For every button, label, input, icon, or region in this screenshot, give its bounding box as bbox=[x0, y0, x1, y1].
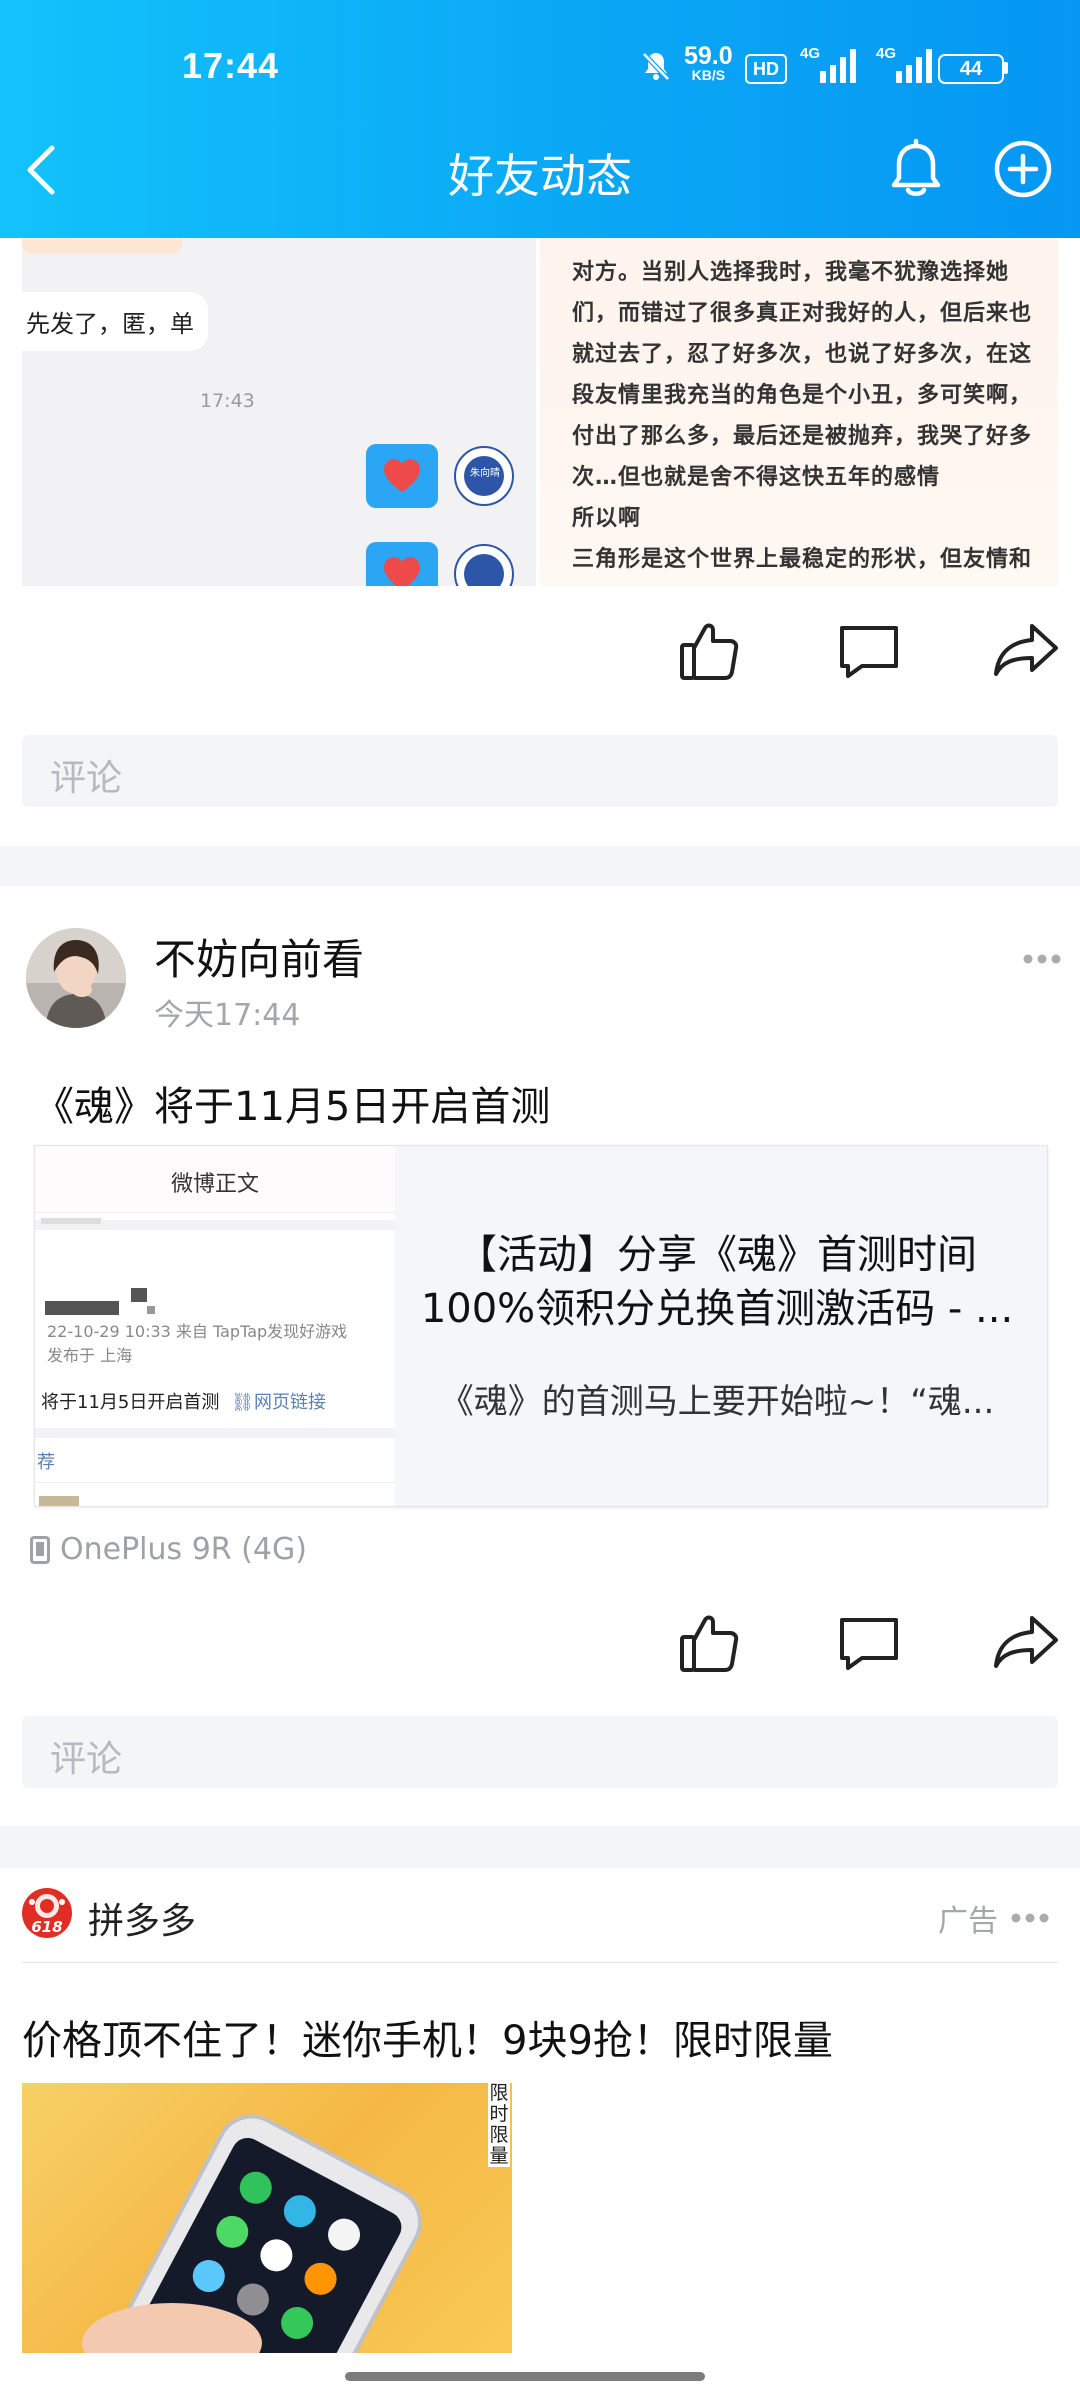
note-line: 所以啊 bbox=[572, 506, 642, 531]
link-title-line: 【活动】分享《魂》首测时间 bbox=[457, 1232, 977, 1278]
post-image-text-note[interactable]: 对方。当别人选择我时，我毫不犹豫选择她 们，而错过了很多真正对我好的人，但后来也… bbox=[540, 238, 1058, 586]
comment-icon[interactable] bbox=[836, 622, 902, 686]
comment-placeholder: 评论 bbox=[50, 1739, 123, 1780]
signal-sim1-label: 4G bbox=[800, 45, 821, 62]
thumb-blurred-name bbox=[45, 1301, 119, 1315]
thumb-body-text: 将于11月5日开启首测 bbox=[41, 1392, 220, 1413]
device-name: OnePlus 9R (4G) bbox=[60, 1532, 307, 1567]
thumb-header: 微博正文 bbox=[35, 1146, 395, 1213]
share-arrow-icon[interactable] bbox=[992, 1614, 1060, 1674]
ad-divider bbox=[22, 1962, 1058, 1963]
note-line: 次…但也就是舍不得这快五年的感情 bbox=[572, 465, 941, 490]
network-speed: 59.0 KB/S bbox=[684, 42, 733, 83]
ad-brand-name[interactable]: 拼多多 bbox=[88, 1892, 196, 1944]
chat-bubble-partial bbox=[22, 238, 182, 254]
battery-indicator: 44 bbox=[938, 54, 1004, 84]
link-title: 【活动】分享《魂》首测时间 100%领积分兑换首测激活码 - ... bbox=[397, 1228, 1037, 1336]
post-text: 《魂》将于11月5日开启首测 bbox=[34, 1084, 551, 1130]
hd-badge: HD bbox=[745, 54, 787, 84]
note-line: 付出了那么多，最后还是被抛弃，我哭了好多 bbox=[572, 424, 1033, 449]
chat-message-bubble: 先发了，匿，单 bbox=[22, 292, 208, 351]
logo-badge-text: 618 bbox=[31, 1918, 63, 1936]
note-line: 对方。当别人选择我时，我毫不犹豫选择她 bbox=[572, 260, 1010, 285]
note-line: 就过去了，忍了好多次，也说了好多次，在这 bbox=[572, 342, 1033, 367]
heart-icon bbox=[383, 556, 421, 586]
ad-product-image[interactable]: 限时限量 bbox=[22, 2083, 512, 2353]
chat-avatar-2 bbox=[454, 544, 514, 586]
add-circle-icon[interactable] bbox=[992, 138, 1054, 204]
note-line: 三角形是这个世界上最稳定的形状，但友情和 bbox=[572, 547, 1033, 572]
signal-sim2-label: 4G bbox=[876, 45, 897, 62]
thumb-body: 将于11月5日开启首测 ⛓网页链接 bbox=[41, 1388, 326, 1414]
thumb-header-text: 微博正文 bbox=[170, 1172, 259, 1197]
thumb-meta-line: 发布于 上海 bbox=[47, 1346, 133, 1365]
like-thumb-icon[interactable] bbox=[678, 1610, 744, 1680]
battery-tip bbox=[1004, 62, 1008, 74]
pinduoduo-logo[interactable]: 618 bbox=[22, 1888, 72, 1938]
shared-link-card[interactable]: 微博正文 22-10-29 10:33 来自 TapTap发现好游戏 发布于 上… bbox=[34, 1145, 1048, 1507]
more-options-icon[interactable] bbox=[1022, 950, 1062, 969]
heart-icon bbox=[383, 458, 421, 498]
link-summary: 《魂》的首测马上要开始啦~！“魂... bbox=[439, 1382, 995, 1422]
link-title-line: 100%领积分兑换首测激活码 - ... bbox=[420, 1286, 1014, 1332]
phone-icon bbox=[30, 1535, 50, 1564]
heart-message-1 bbox=[366, 444, 438, 508]
thumb-meta-line: 22-10-29 10:33 来自 TapTap发现好游戏 bbox=[47, 1322, 348, 1341]
chat-message-text: 先发了，匿，单 bbox=[26, 310, 194, 338]
app-header: 17:44 59.0 KB/S HD 4G 4G 44 好友动态 bbox=[0, 0, 1080, 238]
mute-bell-icon bbox=[638, 48, 674, 88]
ad-more-options-icon[interactable] bbox=[1010, 1909, 1050, 1928]
like-thumb-icon[interactable] bbox=[678, 618, 744, 688]
ad-headline[interactable]: 价格顶不住了！迷你手机！9块9抢！限时限量 bbox=[22, 2008, 833, 2066]
avatar[interactable] bbox=[26, 928, 126, 1028]
network-speed-value: 59.0 bbox=[684, 42, 733, 70]
post-author-name[interactable]: 不妨向前看 bbox=[154, 926, 364, 987]
chat-avatar-text: 朱向晴 bbox=[470, 468, 500, 479]
thumb-link-text: 网页链接 bbox=[253, 1392, 326, 1413]
network-speed-unit: KB/S bbox=[691, 67, 726, 83]
signal-sim1: 4G bbox=[800, 45, 856, 83]
home-indicator[interactable] bbox=[345, 2372, 705, 2381]
notification-bell-icon[interactable] bbox=[884, 138, 948, 206]
status-time: 17:44 bbox=[182, 45, 280, 86]
ad-image-vertical-text: 限时限量 bbox=[488, 2083, 510, 2167]
chat-avatar-1: 朱向晴 bbox=[454, 446, 514, 506]
comment-input-post-1[interactable]: 评论 bbox=[22, 735, 1058, 807]
post-image-chat-screenshot[interactable]: 先发了，匿，单 17:43 朱向晴 bbox=[22, 238, 536, 586]
link-chain-icon: ⛓ bbox=[231, 1392, 254, 1413]
note-line: 们，而错过了很多真正对我好的人，但后来也 bbox=[572, 301, 1033, 326]
chat-timestamp: 17:43 bbox=[200, 390, 255, 412]
signal-sim2: 4G bbox=[876, 45, 932, 83]
share-arrow-icon[interactable] bbox=[992, 622, 1060, 682]
post-timestamp: 今天17:44 bbox=[154, 998, 301, 1033]
ad-label: 广告 bbox=[938, 1904, 998, 1939]
comment-icon[interactable] bbox=[836, 1614, 902, 1678]
thumb-tail-text: 荐 bbox=[37, 1452, 55, 1473]
heart-message-2 bbox=[366, 542, 438, 586]
comment-input-post-2[interactable]: 评论 bbox=[22, 1716, 1058, 1788]
note-line: 段友情里我充当的角色是个小丑，多可笑啊， bbox=[572, 383, 1033, 408]
device-label: OnePlus 9R (4G) bbox=[30, 1532, 307, 1567]
link-thumbnail: 微博正文 22-10-29 10:33 来自 TapTap发现好游戏 发布于 上… bbox=[35, 1146, 395, 1506]
comment-placeholder: 评论 bbox=[50, 758, 123, 799]
